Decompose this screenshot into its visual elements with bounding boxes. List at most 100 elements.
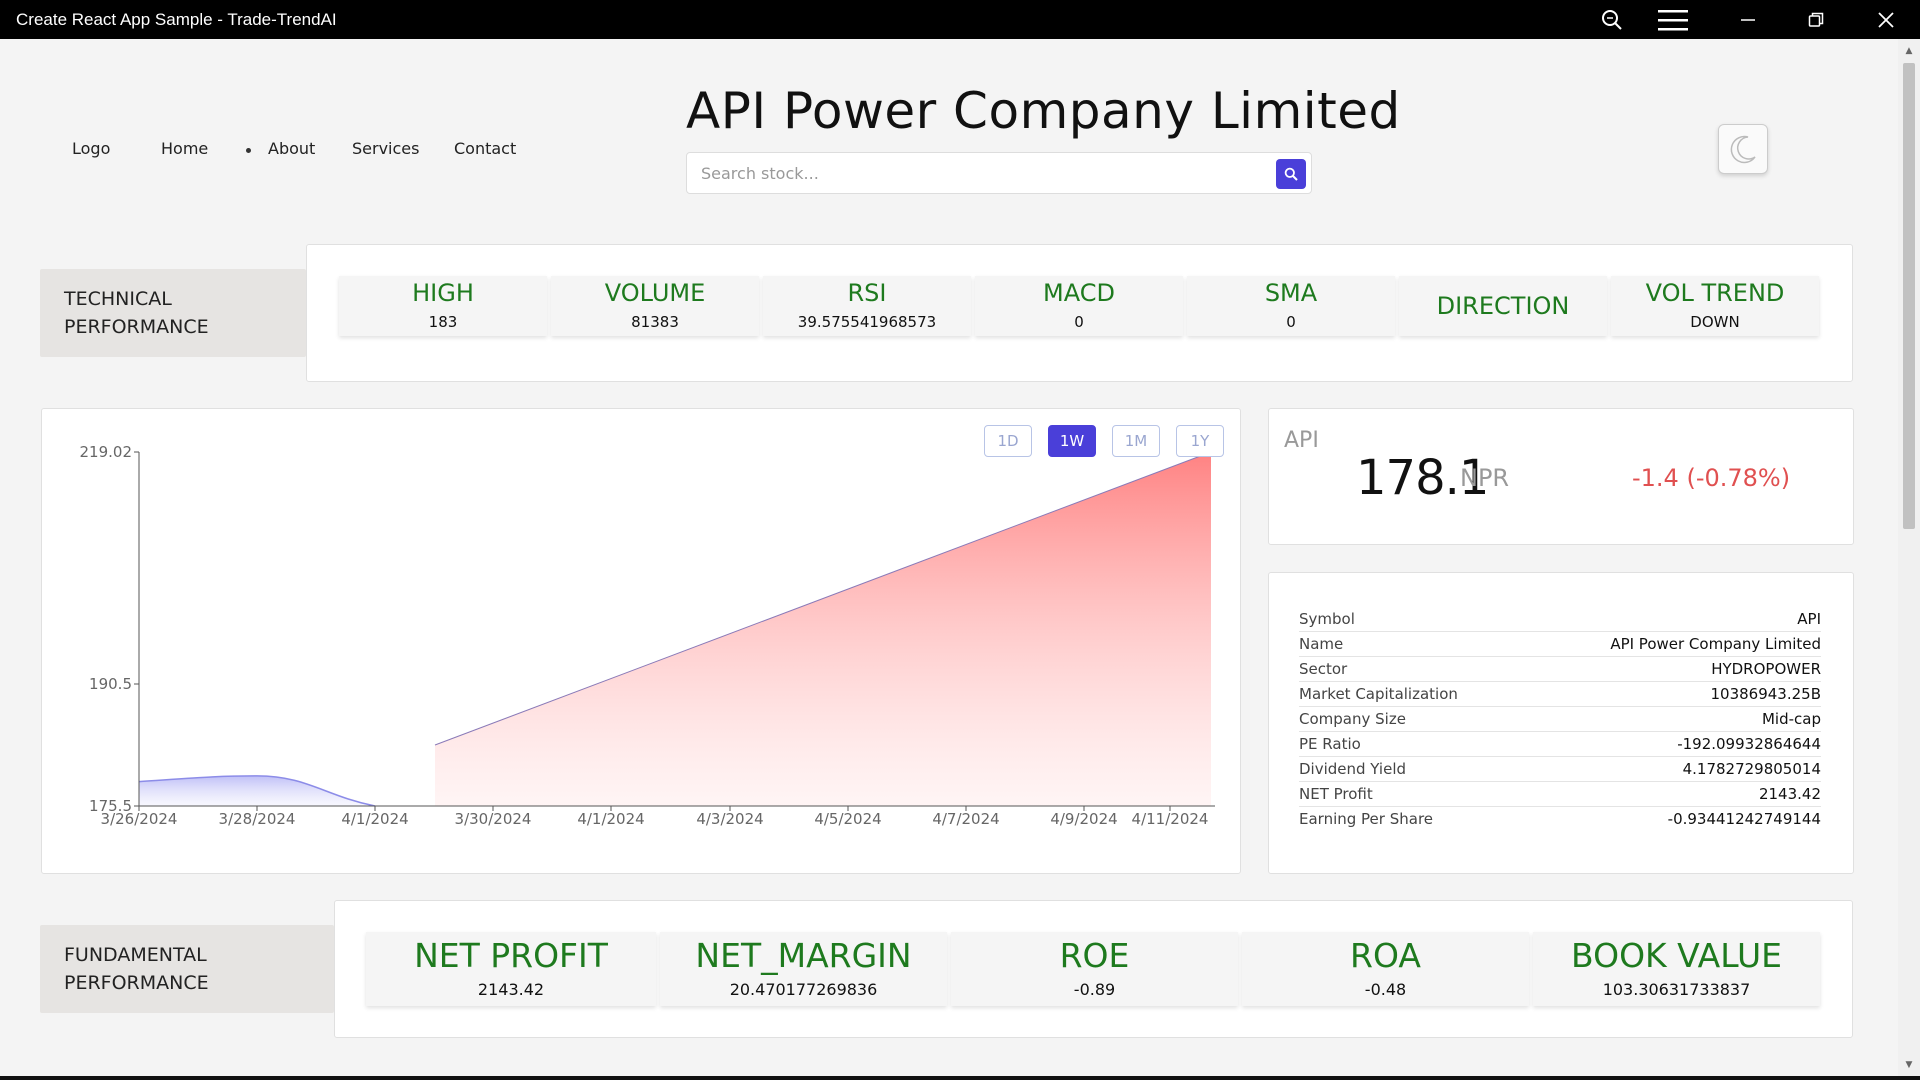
info-key: Symbol — [1299, 610, 1355, 628]
search-button[interactable] — [1276, 159, 1306, 189]
metric-net-margin: NET_MARGIN 20.470177269836 — [660, 932, 947, 1006]
metric-macd: MACD 0 — [975, 276, 1183, 336]
metric-label: DIRECTION — [1436, 292, 1570, 320]
bottom-border — [0, 1076, 1920, 1080]
metric-high: HIGH 183 — [339, 276, 547, 336]
metric-direction: DIRECTION — [1399, 276, 1607, 336]
search-icon — [1284, 167, 1298, 181]
info-row-eps: Earning Per Share -0.93441242749144 — [1299, 807, 1821, 832]
minimize-icon[interactable] — [1720, 0, 1776, 39]
metric-volume: VOLUME 81383 — [551, 276, 759, 336]
info-row-market-cap: Market Capitalization 10386943.25B — [1299, 682, 1821, 707]
info-key: Company Size — [1299, 710, 1406, 728]
search-bar — [686, 152, 1312, 194]
info-row-name: Name API Power Company Limited — [1299, 632, 1821, 657]
x-tick-label: 3/28/2024 — [219, 810, 296, 828]
metric-value: 81383 — [631, 313, 679, 331]
x-tick-label: 4/5/2024 — [814, 810, 881, 828]
x-tick-label: 4/1/2024 — [341, 810, 408, 828]
info-value: 10386943.25B — [1710, 685, 1822, 703]
metric-roe: ROE -0.89 — [951, 932, 1238, 1006]
series-area-later — [435, 452, 1211, 806]
x-tick-label: 4/11/2024 — [1132, 810, 1209, 828]
info-key: Earning Per Share — [1299, 810, 1434, 828]
nav-home[interactable]: Home — [161, 139, 208, 158]
info-row-sector: Sector HYDROPOWER — [1299, 657, 1821, 682]
metric-value: 103.30631733837 — [1602, 980, 1751, 999]
info-value: -192.09932864644 — [1677, 735, 1821, 753]
info-key: NET Profit — [1299, 785, 1373, 803]
x-tick-label: 4/1/2024 — [577, 810, 644, 828]
info-key: Market Capitalization — [1299, 685, 1458, 703]
nav-logo[interactable]: Logo — [72, 139, 110, 158]
x-tick-label: 3/26/2024 — [101, 810, 178, 828]
info-row-pe-ratio: PE Ratio -192.09932864644 — [1299, 732, 1821, 757]
window-title: Create React App Sample - Trade-TrendAI — [16, 10, 337, 29]
theme-toggle-button[interactable] — [1718, 124, 1768, 174]
technical-performance-label: TECHNICAL PERFORMANCE — [40, 269, 306, 357]
restore-icon[interactable] — [1788, 0, 1844, 39]
info-value: HYDROPOWER — [1711, 660, 1821, 678]
metric-value: -0.89 — [1073, 980, 1116, 999]
metric-value: -0.48 — [1364, 980, 1407, 999]
hamburger-menu-icon[interactable] — [1645, 0, 1701, 39]
nav-contact[interactable]: Contact — [454, 139, 516, 158]
metric-label: NET PROFIT — [414, 936, 608, 975]
metric-value: DOWN — [1690, 313, 1740, 331]
info-row-company-size: Company Size Mid-cap — [1299, 707, 1821, 732]
metric-label: SMA — [1264, 279, 1318, 307]
metric-book-value: BOOK VALUE 103.30631733837 — [1533, 932, 1820, 1006]
fundamental-label-line2: PERFORMANCE — [64, 972, 209, 994]
fundamental-label-line1: FUNDAMENTAL — [64, 944, 207, 966]
info-key: Name — [1299, 635, 1344, 653]
range-1m-button[interactable]: 1M — [1112, 425, 1160, 457]
info-key: PE Ratio — [1299, 735, 1361, 753]
range-1y-button[interactable]: 1Y — [1176, 425, 1224, 457]
y-tick-label: 190.5 — [89, 675, 132, 693]
metric-label: VOLUME — [604, 279, 706, 307]
scroll-up-icon[interactable]: ▲ — [1903, 45, 1915, 57]
metric-sma: SMA 0 — [1187, 276, 1395, 336]
company-info-table: Symbol API Name API Power Company Limited … — [1299, 607, 1821, 832]
metric-value: 39.575541968573 — [797, 313, 937, 331]
metric-value: 0 — [1074, 313, 1084, 331]
scroll-down-icon[interactable]: ▼ — [1903, 1059, 1915, 1071]
window-titlebar: Create React App Sample - Trade-TrendAI — [0, 0, 1920, 39]
scroll-thumb[interactable] — [1903, 63, 1915, 529]
price-change: -1.4 (-0.78%) — [1632, 464, 1791, 492]
close-icon[interactable] — [1858, 0, 1914, 39]
metric-label: VOL TREND — [1645, 279, 1785, 307]
info-value: -0.93441242749144 — [1667, 810, 1821, 828]
price-currency: NPR — [1460, 464, 1510, 492]
metric-label: ROA — [1350, 936, 1421, 975]
series-area-earlier — [139, 775, 375, 806]
metric-rsi: RSI 39.575541968573 — [763, 276, 971, 336]
info-row-symbol: Symbol API — [1299, 607, 1821, 632]
metric-label: RSI — [847, 279, 887, 307]
nav-about[interactable]: About — [268, 139, 315, 158]
metric-value: 0 — [1286, 313, 1296, 331]
vertical-scrollbar[interactable]: ▲ ▼ — [1898, 39, 1920, 1077]
fundamental-performance-label: FUNDAMENTAL PERFORMANCE — [40, 925, 334, 1013]
y-tick-label: 219.02 — [80, 443, 133, 461]
info-key: Dividend Yield — [1299, 760, 1407, 778]
metric-label: NET_MARGIN — [695, 936, 912, 975]
metric-label: HIGH — [412, 279, 474, 307]
technical-label-line1: TECHNICAL — [64, 288, 172, 310]
x-tick-label: 4/7/2024 — [932, 810, 999, 828]
zoom-search-icon[interactable] — [1584, 0, 1640, 39]
range-1d-button[interactable]: 1D — [984, 425, 1032, 457]
x-tick-label: 3/30/2024 — [455, 810, 532, 828]
metric-roa: ROA -0.48 — [1242, 932, 1529, 1006]
search-input[interactable] — [701, 153, 1241, 193]
info-row-net-profit: NET Profit 2143.42 — [1299, 782, 1821, 807]
company-title: API Power Company Limited — [686, 82, 1401, 140]
metric-value: 2143.42 — [477, 980, 545, 999]
x-tick-label: 4/9/2024 — [1050, 810, 1117, 828]
info-row-dividend-yield: Dividend Yield 4.1782729805014 — [1299, 757, 1821, 782]
range-1w-button[interactable]: 1W — [1048, 425, 1096, 457]
nav-services[interactable]: Services — [352, 139, 419, 158]
metric-label: ROE — [1059, 936, 1130, 975]
metric-value: 20.470177269836 — [729, 980, 878, 999]
info-value: Mid-cap — [1761, 710, 1821, 728]
